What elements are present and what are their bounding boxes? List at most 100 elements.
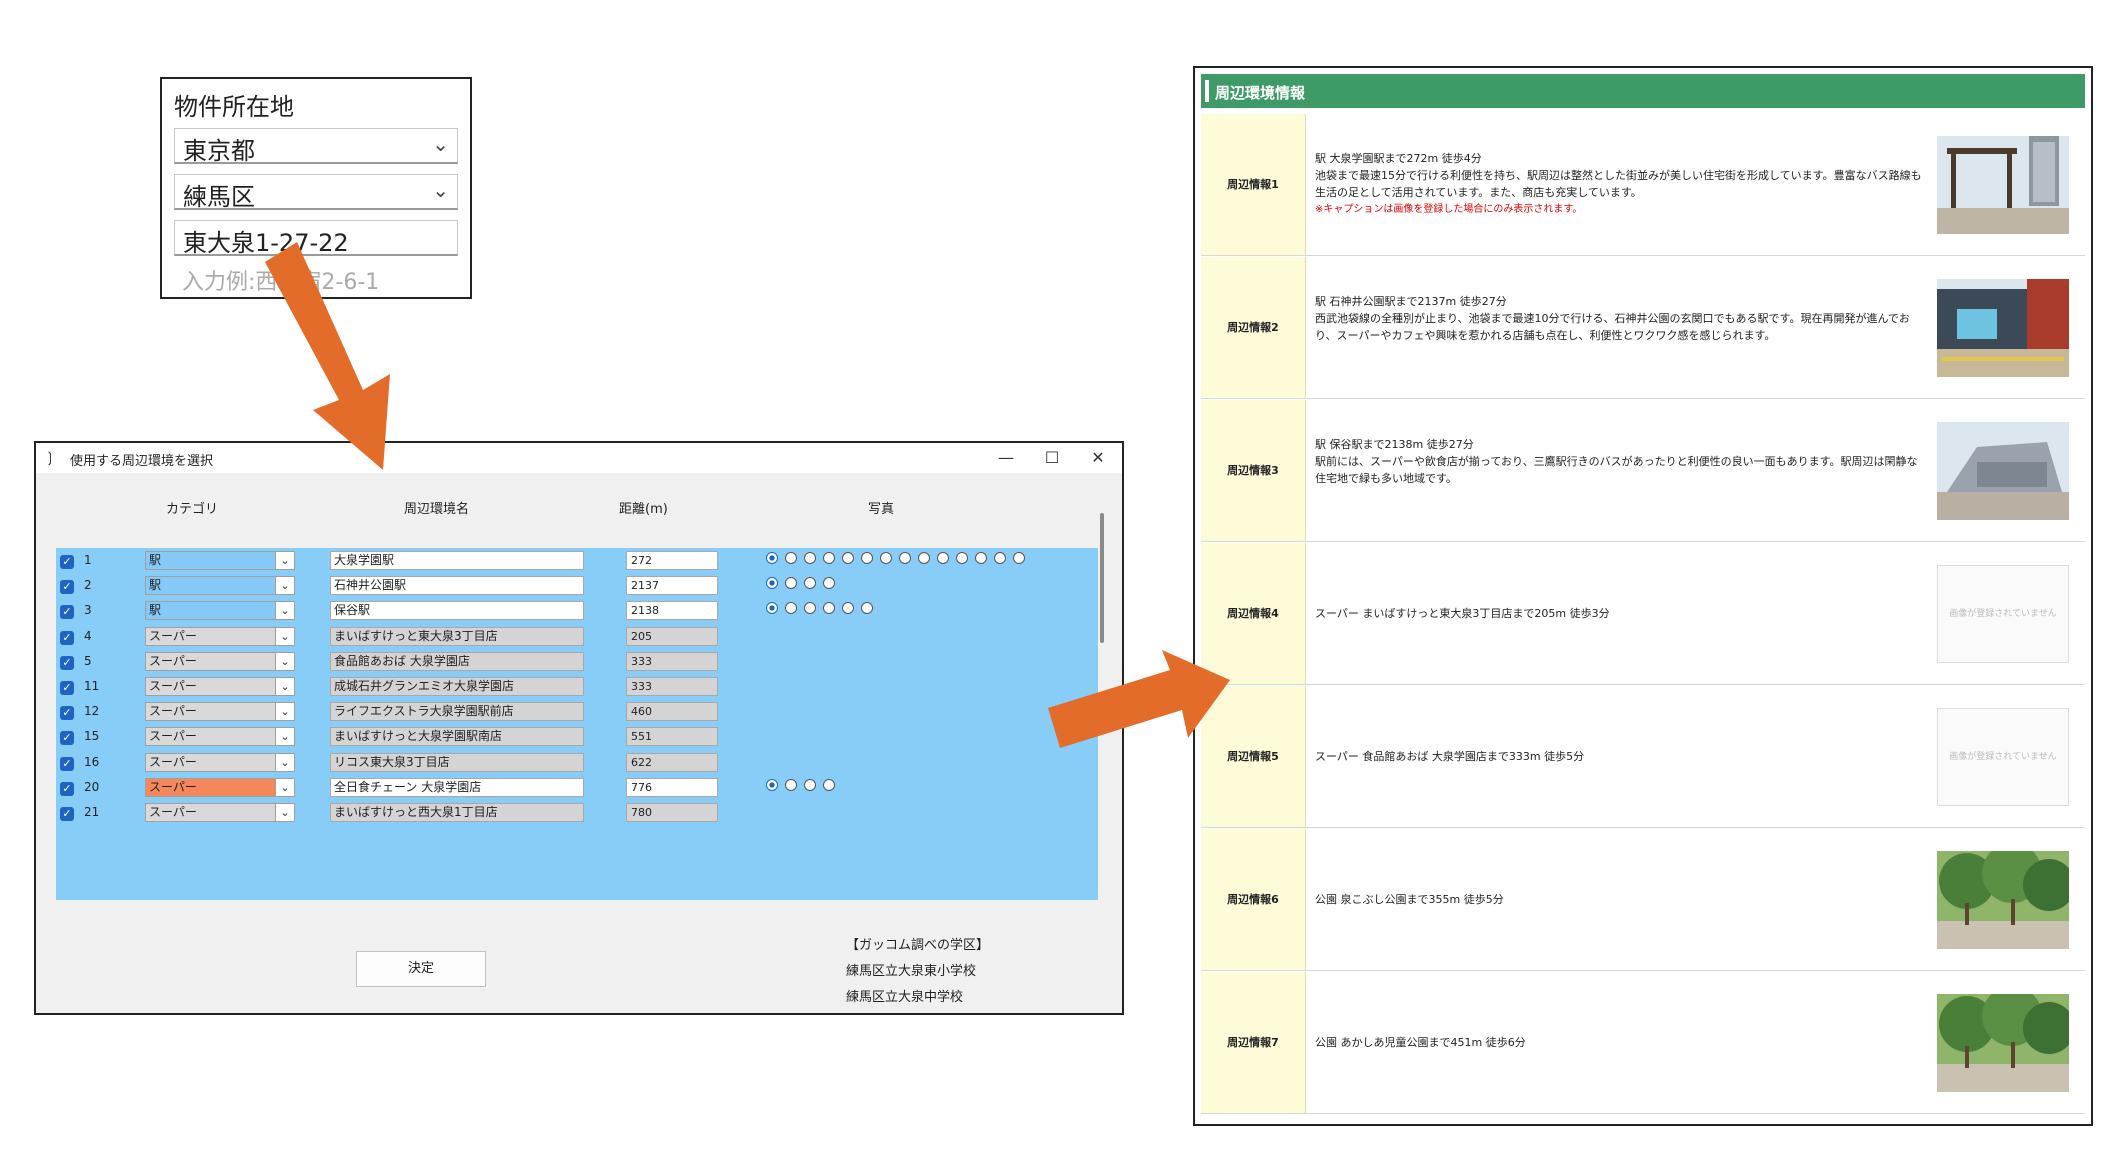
row-checkbox[interactable]: ✓ [60,630,74,645]
name-field[interactable]: 保谷駅 [330,601,584,621]
photo-radio[interactable] [842,602,854,615]
category-select[interactable]: スーパー ⌄ [145,626,295,646]
name-field[interactable]: リコス東大泉3丁目店 [330,752,584,772]
category-select[interactable]: スーパー ⌄ [145,777,295,797]
grid-row[interactable]: ✓ 16 スーパー ⌄ リコス東大泉3丁目店 622 [56,750,1098,776]
photo-radio[interactable] [766,577,778,590]
photo-radio[interactable] [766,778,778,791]
name-field[interactable]: まいばすけっと東大泉3丁目店 [330,626,584,646]
distance-field[interactable]: 272 [626,551,718,570]
row-checkbox[interactable]: ✓ [60,655,74,670]
grid-scrollbar[interactable] [1100,513,1104,643]
distance-field[interactable]: 622 [626,752,718,772]
chevron-down-icon[interactable]: ⌄ [275,652,294,670]
grid-row[interactable]: ✓ 20 スーパー ⌄ 全日食チェーン 大泉学園店 776 [56,775,1098,801]
name-field[interactable]: 大泉学園駅 [330,551,584,570]
photo-radio[interactable] [785,577,797,590]
photo-radio[interactable] [823,552,835,564]
minimize-button[interactable]: — [986,445,1026,471]
category-select[interactable]: スーパー ⌄ [145,702,295,722]
grid-row[interactable]: ✓ 15 スーパー ⌄ まいばすけっと大泉学園駅南店 551 [56,724,1098,750]
photo-radio[interactable] [766,552,778,564]
distance-field[interactable]: 460 [626,702,718,722]
photo-radio[interactable] [766,602,778,615]
row-checkbox[interactable]: ✓ [60,807,74,821]
name-field[interactable]: 成城石井グランエミオ大泉学園店 [330,677,584,696]
category-select[interactable]: スーパー ⌄ [145,752,295,772]
photo-radio[interactable] [804,778,816,791]
photo-radio[interactable] [899,552,911,564]
category-select[interactable]: スーパー ⌄ [145,803,295,822]
row-checkbox[interactable]: ✓ [60,756,74,771]
grid-row[interactable]: ✓ 4 スーパー ⌄ まいばすけっと東大泉3丁目店 205 [56,624,1098,650]
photo-radio[interactable] [785,778,797,791]
grid-row[interactable]: ✓ 3 駅 ⌄ 保谷駅 2138 [56,598,1098,624]
row-checkbox[interactable]: ✓ [60,605,74,620]
photo-radio[interactable] [804,602,816,615]
row-checkbox[interactable]: ✓ [60,731,74,746]
chevron-down-icon[interactable]: ⌄ [275,728,294,746]
category-select[interactable]: 駅 ⌄ [145,601,295,621]
distance-field[interactable]: 333 [626,651,718,671]
chevron-down-icon[interactable]: ⌄ [275,804,294,821]
chevron-down-icon[interactable]: ⌄ [275,703,294,721]
distance-field[interactable]: 2138 [626,601,718,621]
photo-radio[interactable] [937,552,949,564]
grid-row[interactable]: ✓ 12 スーパー ⌄ ライフエクストラ大泉学園駅前店 460 [56,699,1098,725]
distance-field[interactable]: 205 [626,626,718,646]
name-field[interactable]: ライフエクストラ大泉学園駅前店 [330,702,584,722]
photo-radio[interactable] [804,577,816,590]
category-select[interactable]: スーパー ⌄ [145,677,295,696]
chevron-down-icon[interactable]: ⌄ [275,577,294,595]
grid-row[interactable]: ✓ 2 駅 ⌄ 石神井公園駅 2137 [56,573,1098,599]
photo-radio[interactable] [823,602,835,615]
category-select[interactable]: 駅 ⌄ [145,551,295,570]
chevron-down-icon[interactable]: ⌄ [275,753,294,771]
photo-radio[interactable] [861,552,873,564]
distance-field[interactable]: 776 [626,777,718,797]
photo-radio[interactable] [785,552,797,564]
decide-button[interactable]: 決定 [356,951,486,987]
photo-radio[interactable] [804,552,816,564]
name-field[interactable]: 石神井公園駅 [330,576,584,596]
chevron-down-icon[interactable]: ⌄ [275,778,294,796]
grid-row[interactable]: ✓ 11 スーパー ⌄ 成城石井グランエミオ大泉学園店 333 [56,674,1098,700]
chevron-down-icon[interactable]: ⌄ [275,602,294,620]
name-field[interactable]: 全日食チェーン 大泉学園店 [330,777,584,797]
name-field[interactable]: まいばすけっと大泉学園駅南店 [330,727,584,747]
photo-radio[interactable] [956,552,968,564]
row-checkbox[interactable]: ✓ [60,555,74,569]
photo-radio[interactable] [823,778,835,791]
distance-field[interactable]: 551 [626,727,718,747]
chevron-down-icon[interactable]: ⌄ [275,678,294,695]
row-checkbox[interactable]: ✓ [60,781,74,796]
name-field[interactable]: 食品館あおば 大泉学園店 [330,651,584,671]
distance-field[interactable]: 780 [626,803,718,822]
photo-radio[interactable] [785,602,797,615]
grid-row[interactable]: ✓ 21 スーパー ⌄ まいばすけっと西大泉1丁目店 780 [56,800,1098,826]
category-select[interactable]: スーパー ⌄ [145,727,295,747]
row-checkbox[interactable]: ✓ [60,681,74,695]
prefecture-select[interactable]: 東京都 ⌄ [174,128,458,165]
photo-radio[interactable] [823,577,835,590]
chevron-down-icon[interactable]: ⌄ [275,627,294,645]
photo-radio[interactable] [861,602,873,615]
grid-row[interactable]: ✓ 5 スーパー ⌄ 食品館あおば 大泉学園店 333 [56,649,1098,675]
photo-radio[interactable] [918,552,930,564]
close-button[interactable]: ✕ [1078,445,1118,471]
category-select[interactable]: 駅 ⌄ [145,576,295,596]
chevron-down-icon[interactable]: ⌄ [275,552,294,569]
maximize-button[interactable]: ☐ [1032,445,1072,471]
row-checkbox[interactable]: ✓ [60,580,74,595]
photo-radio[interactable] [975,552,987,564]
photo-radio[interactable] [880,552,892,564]
photo-radio[interactable] [842,552,854,564]
distance-field[interactable]: 333 [626,677,718,696]
grid-row[interactable]: ✓ 1 駅 ⌄ 大泉学園駅 272 [56,548,1098,574]
photo-radio[interactable] [1013,552,1025,564]
distance-field[interactable]: 2137 [626,576,718,596]
name-field[interactable]: まいばすけっと西大泉1丁目店 [330,803,584,822]
photo-radio[interactable] [994,552,1006,564]
category-select[interactable]: スーパー ⌄ [145,651,295,671]
row-checkbox[interactable]: ✓ [60,706,74,721]
